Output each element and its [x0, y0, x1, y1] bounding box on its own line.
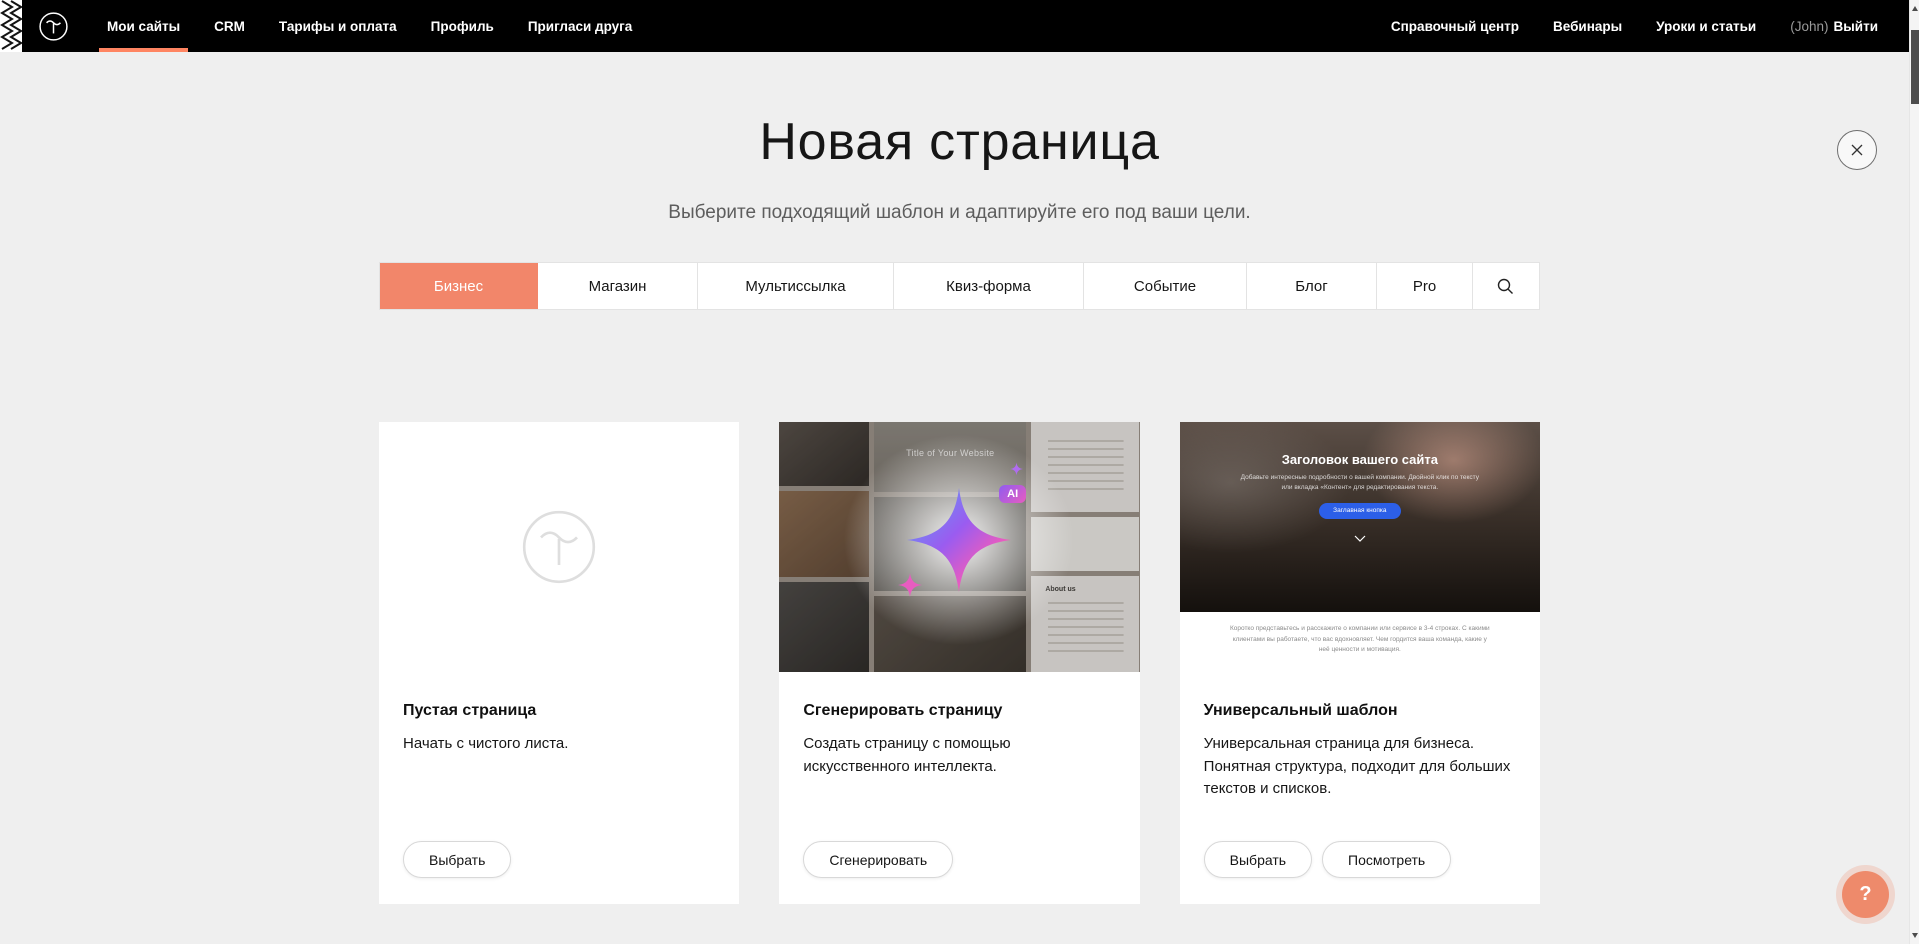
user-name: (John) [1790, 19, 1828, 34]
tab-blog[interactable]: Блог [1247, 263, 1377, 309]
question-icon: ? [1859, 883, 1871, 906]
tab-event[interactable]: Событие [1084, 263, 1247, 309]
scroll-up-arrow[interactable] [1912, 6, 1918, 11]
template-hero-title: Заголовок вашего сайта [1282, 452, 1438, 467]
tab-business[interactable]: Бизнес [380, 263, 538, 309]
page-title: Новая страница [0, 112, 1919, 172]
nav-item-webinars[interactable]: Вебинары [1536, 0, 1639, 52]
template-category-tabs: Бизнес Магазин Мультиссылка Квиз-форма С… [379, 262, 1540, 310]
close-icon [1849, 142, 1865, 158]
nav-item-logout[interactable]: (John) Выйти [1773, 0, 1895, 52]
page-scrollbar[interactable] [1909, 0, 1919, 944]
sparkle-icon [1010, 462, 1023, 476]
ai-badge: AI [999, 485, 1026, 503]
tab-multilink[interactable]: Мультиссылка [698, 263, 894, 309]
tab-quiz-form[interactable]: Квиз-форма [894, 263, 1084, 309]
card-title: Пустая страница [403, 702, 715, 720]
card-title: Универсальный шаблон [1204, 702, 1516, 720]
nav-item-help-center[interactable]: Справочный центр [1374, 0, 1536, 52]
sparkle-icon [898, 572, 922, 598]
nav-item-my-sites[interactable]: Мои сайты [90, 0, 197, 52]
generate-button[interactable]: Сгенерировать [803, 841, 953, 878]
template-hero: Заголовок вашего сайта Добавьте интересн… [1180, 422, 1540, 612]
tab-store[interactable]: Магазин [538, 263, 698, 309]
template-card-universal: Заголовок вашего сайта Добавьте интересн… [1180, 422, 1540, 904]
nav-item-lessons[interactable]: Уроки и статьи [1639, 0, 1773, 52]
view-button[interactable]: Посмотреть [1322, 841, 1451, 878]
select-button[interactable]: Выбрать [403, 841, 511, 878]
template-hero-text: Добавьте интересные подробности о вашей … [1237, 473, 1482, 494]
help-widget-button[interactable]: ? [1842, 871, 1889, 918]
secondary-nav: Справочный центр Вебинары Уроки и статьи… [1374, 0, 1895, 52]
tilda-logo-icon[interactable] [35, 8, 72, 45]
chevron-down-icon [1354, 535, 1366, 542]
page-subtitle: Выберите подходящий шаблон и адаптируйте… [0, 202, 1919, 224]
blank-preview [379, 422, 739, 672]
new-page-modal: Новая страница Выберите подходящий шабло… [0, 52, 1919, 944]
tilda-watermark-icon [511, 499, 607, 595]
template-preview: Заголовок вашего сайта Добавьте интересн… [1180, 422, 1540, 672]
tab-search[interactable] [1473, 263, 1537, 309]
scrollbar-thumb[interactable] [1911, 30, 1919, 104]
nav-item-pricing[interactable]: Тарифы и оплата [262, 0, 414, 52]
tab-pro[interactable]: Pro [1377, 263, 1473, 309]
template-hero-button: Заглавная кнопка [1319, 503, 1400, 519]
nav-item-invite-friend[interactable]: Пригласи друга [511, 0, 649, 52]
ai-preview: Title of Your Website About us [779, 422, 1139, 672]
card-description: Создать страницу с помощью искусственног… [803, 733, 1115, 778]
zigzag-pattern [0, 0, 22, 52]
card-description: Универсальная страница для бизнеса. Поня… [1204, 733, 1516, 801]
scroll-down-arrow[interactable] [1912, 933, 1918, 938]
template-body-text: Коротко представьтесь и расскажите о ком… [1228, 624, 1492, 656]
close-button[interactable] [1837, 130, 1877, 170]
card-title: Сгенерировать страницу [803, 702, 1115, 720]
select-button[interactable]: Выбрать [1204, 841, 1312, 878]
nav-item-profile[interactable]: Профиль [414, 0, 511, 52]
template-card-ai-generate: Title of Your Website About us [779, 422, 1139, 904]
template-card-blank: Пустая страница Начать с чистого листа. … [379, 422, 739, 904]
primary-nav: Мои сайты CRM Тарифы и оплата Профиль Пр… [90, 0, 649, 52]
ai-star-icon [907, 480, 1011, 600]
logout-label: Выйти [1834, 19, 1879, 34]
search-icon [1496, 277, 1514, 295]
nav-item-crm[interactable]: CRM [197, 0, 262, 52]
card-description: Начать с чистого листа. [403, 733, 715, 756]
top-navigation-bar: Мои сайты CRM Тарифы и оплата Профиль Пр… [0, 0, 1919, 52]
template-grid: Пустая страница Начать с чистого листа. … [379, 422, 1540, 944]
